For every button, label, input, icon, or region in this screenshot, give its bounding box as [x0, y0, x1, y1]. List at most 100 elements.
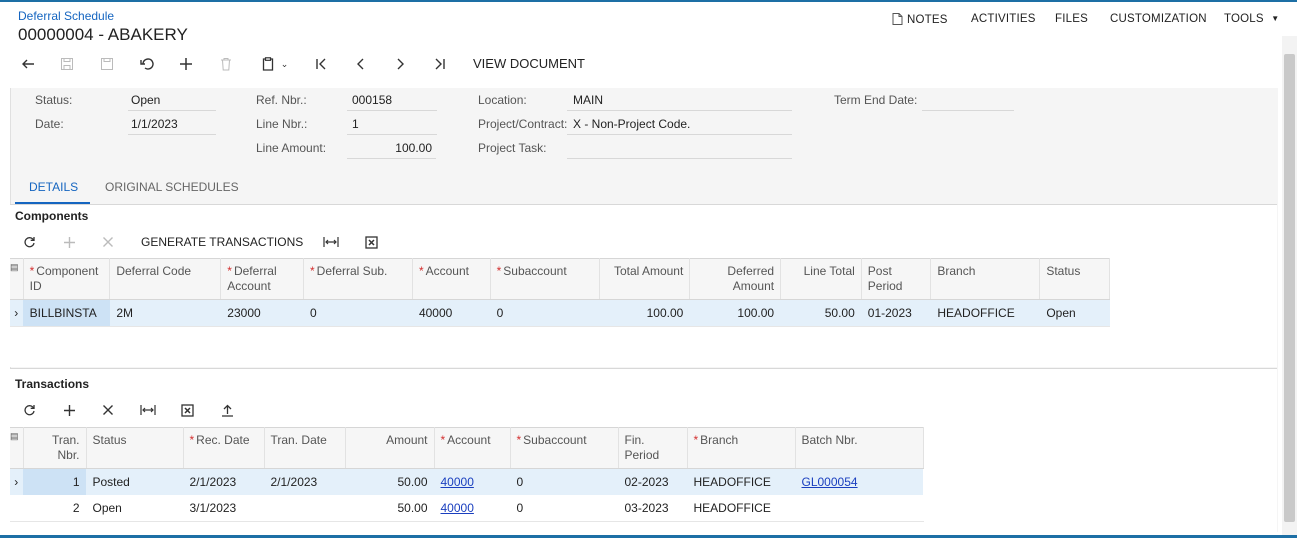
- activities-button[interactable]: ACTIVITIES: [971, 13, 1036, 25]
- cell-tran-nbr[interactable]: 2: [23, 495, 86, 522]
- cell-batch-nbr[interactable]: [795, 495, 923, 522]
- components-delete-icon[interactable]: [99, 233, 117, 251]
- account-link[interactable]: 40000: [441, 475, 474, 489]
- last-record-icon[interactable]: [430, 54, 450, 74]
- save-close-icon[interactable]: [57, 54, 77, 74]
- delete-icon[interactable]: [216, 54, 236, 74]
- project-contract-field[interactable]: X - Non-Project Code.: [567, 116, 792, 135]
- col-amount[interactable]: Amount: [345, 427, 435, 469]
- col-status[interactable]: Status: [1039, 258, 1110, 300]
- cell-batch-nbr[interactable]: GL000054: [795, 468, 923, 495]
- batch-nbr-link[interactable]: GL000054: [802, 475, 858, 489]
- col-component-id[interactable]: * Component ID: [23, 258, 111, 300]
- row-arrow-icon[interactable]: ›: [10, 299, 24, 327]
- location-field[interactable]: MAIN: [567, 92, 792, 111]
- ref-nbr-field[interactable]: 000158: [347, 92, 437, 111]
- cell-post-period[interactable]: 01-2023: [861, 299, 931, 327]
- breadcrumb[interactable]: Deferral Schedule: [18, 9, 114, 23]
- table-row[interactable]: 2 Open 3/1/2023 50.00 40000 0 03-2023 HE…: [10, 495, 923, 522]
- cell-tran-date[interactable]: 2/1/2023: [264, 468, 345, 495]
- account-link[interactable]: 40000: [441, 501, 474, 515]
- row-arrow-icon[interactable]: ›: [10, 468, 23, 495]
- view-document-button[interactable]: VIEW DOCUMENT: [473, 56, 585, 71]
- cell-tran-nbr[interactable]: 1: [23, 468, 86, 495]
- components-refresh-icon[interactable]: [20, 233, 38, 251]
- transactions-refresh-icon[interactable]: [20, 401, 38, 419]
- cell-account[interactable]: 40000: [434, 468, 510, 495]
- col-branch[interactable]: Branch: [930, 258, 1041, 300]
- tab-original-schedules[interactable]: ORIGINAL SCHEDULES: [105, 180, 239, 194]
- cell-status[interactable]: Open: [86, 495, 183, 522]
- cell-fin-period[interactable]: 02-2023: [618, 468, 687, 495]
- col-account[interactable]: * Account: [412, 258, 491, 300]
- cell-deferral-account[interactable]: 23000: [220, 299, 304, 327]
- col-post-period[interactable]: Post Period: [861, 258, 932, 300]
- cell-status[interactable]: Open: [1039, 299, 1110, 327]
- col-total-amount[interactable]: Total Amount: [599, 258, 691, 300]
- transactions-fit-columns-icon[interactable]: [139, 401, 157, 419]
- cell-branch[interactable]: HEADOFFICE: [930, 299, 1040, 327]
- line-amount-field[interactable]: 100.00: [347, 140, 436, 159]
- cell-subaccount[interactable]: 0: [490, 299, 600, 327]
- cell-component-id[interactable]: BILLBINSTA: [23, 299, 110, 327]
- col-fin-period[interactable]: Fin. Period: [618, 427, 688, 469]
- table-row[interactable]: › BILLBINSTA 2M 23000 0 40000 0 100.00 1…: [10, 299, 1110, 327]
- cell-branch[interactable]: HEADOFFICE: [687, 495, 795, 522]
- col-deferral-sub[interactable]: * Deferral Sub.: [303, 258, 413, 300]
- customization-button[interactable]: CUSTOMIZATION: [1110, 13, 1207, 25]
- cell-line-total[interactable]: 50.00: [780, 299, 862, 327]
- cell-amount[interactable]: 50.00: [345, 495, 434, 522]
- row-selector-header[interactable]: ▤: [10, 427, 24, 469]
- row-indicator[interactable]: [10, 495, 23, 522]
- table-row[interactable]: › 1 Posted 2/1/2023 2/1/2023 50.00 40000…: [10, 468, 923, 495]
- tools-button[interactable]: TOOLS ▼: [1224, 13, 1279, 25]
- cell-subaccount[interactable]: 0: [510, 468, 618, 495]
- col-subaccount[interactable]: * Subaccount: [510, 427, 619, 469]
- project-task-field[interactable]: [567, 140, 792, 159]
- cell-account[interactable]: 40000: [412, 299, 491, 327]
- date-field[interactable]: 1/1/2023: [128, 116, 216, 135]
- cell-rec-date[interactable]: 2/1/2023: [183, 468, 264, 495]
- col-account[interactable]: * Account: [434, 427, 511, 469]
- col-deferral-code[interactable]: Deferral Code: [109, 258, 222, 300]
- transactions-add-icon[interactable]: [60, 401, 78, 419]
- line-nbr-field[interactable]: 1: [347, 116, 437, 135]
- cell-total-amount[interactable]: 100.00: [599, 299, 690, 327]
- cell-account[interactable]: 40000: [434, 495, 510, 522]
- cell-fin-period[interactable]: 03-2023: [618, 495, 687, 522]
- tab-details[interactable]: DETAILS: [29, 180, 78, 194]
- next-record-icon[interactable]: [390, 54, 410, 74]
- cell-tran-date[interactable]: [264, 495, 345, 522]
- col-branch[interactable]: * Branch: [687, 427, 796, 469]
- back-icon[interactable]: [18, 54, 38, 74]
- copy-paste-dropdown[interactable]: ⌄: [255, 54, 295, 74]
- col-line-total[interactable]: Line Total: [780, 258, 862, 300]
- transactions-upload-icon[interactable]: [218, 401, 236, 419]
- add-icon[interactable]: [176, 54, 196, 74]
- col-subaccount[interactable]: * Subaccount: [490, 258, 600, 300]
- cell-deferred-amount[interactable]: 100.00: [689, 299, 781, 327]
- col-deferral-account[interactable]: * Deferral Account: [220, 258, 304, 300]
- cell-branch[interactable]: HEADOFFICE: [687, 468, 795, 495]
- transactions-export-excel-icon[interactable]: [178, 401, 196, 419]
- row-selector-header[interactable]: ▤: [10, 258, 24, 300]
- components-add-icon[interactable]: [60, 233, 78, 251]
- files-button[interactable]: FILES: [1055, 13, 1088, 25]
- components-fit-columns-icon[interactable]: [322, 233, 340, 251]
- components-export-excel-icon[interactable]: [362, 233, 380, 251]
- col-rec-date[interactable]: * Rec. Date: [183, 427, 265, 469]
- col-status[interactable]: Status: [86, 427, 184, 469]
- cell-deferral-code[interactable]: 2M: [109, 299, 221, 327]
- col-tran-nbr[interactable]: Tran. Nbr.: [23, 427, 87, 469]
- notes-button[interactable]: NOTES: [892, 13, 948, 26]
- cell-amount[interactable]: 50.00: [345, 468, 434, 495]
- transactions-delete-icon[interactable]: [99, 401, 117, 419]
- generate-transactions-button[interactable]: GENERATE TRANSACTIONS: [141, 235, 303, 249]
- cell-rec-date[interactable]: 3/1/2023: [183, 495, 264, 522]
- previous-record-icon[interactable]: [351, 54, 371, 74]
- first-record-icon[interactable]: [311, 54, 331, 74]
- scrollbar-thumb[interactable]: [1284, 54, 1295, 522]
- undo-icon[interactable]: [137, 54, 157, 74]
- col-deferred-amount[interactable]: Deferred Amount: [689, 258, 782, 300]
- save-icon[interactable]: [97, 54, 117, 74]
